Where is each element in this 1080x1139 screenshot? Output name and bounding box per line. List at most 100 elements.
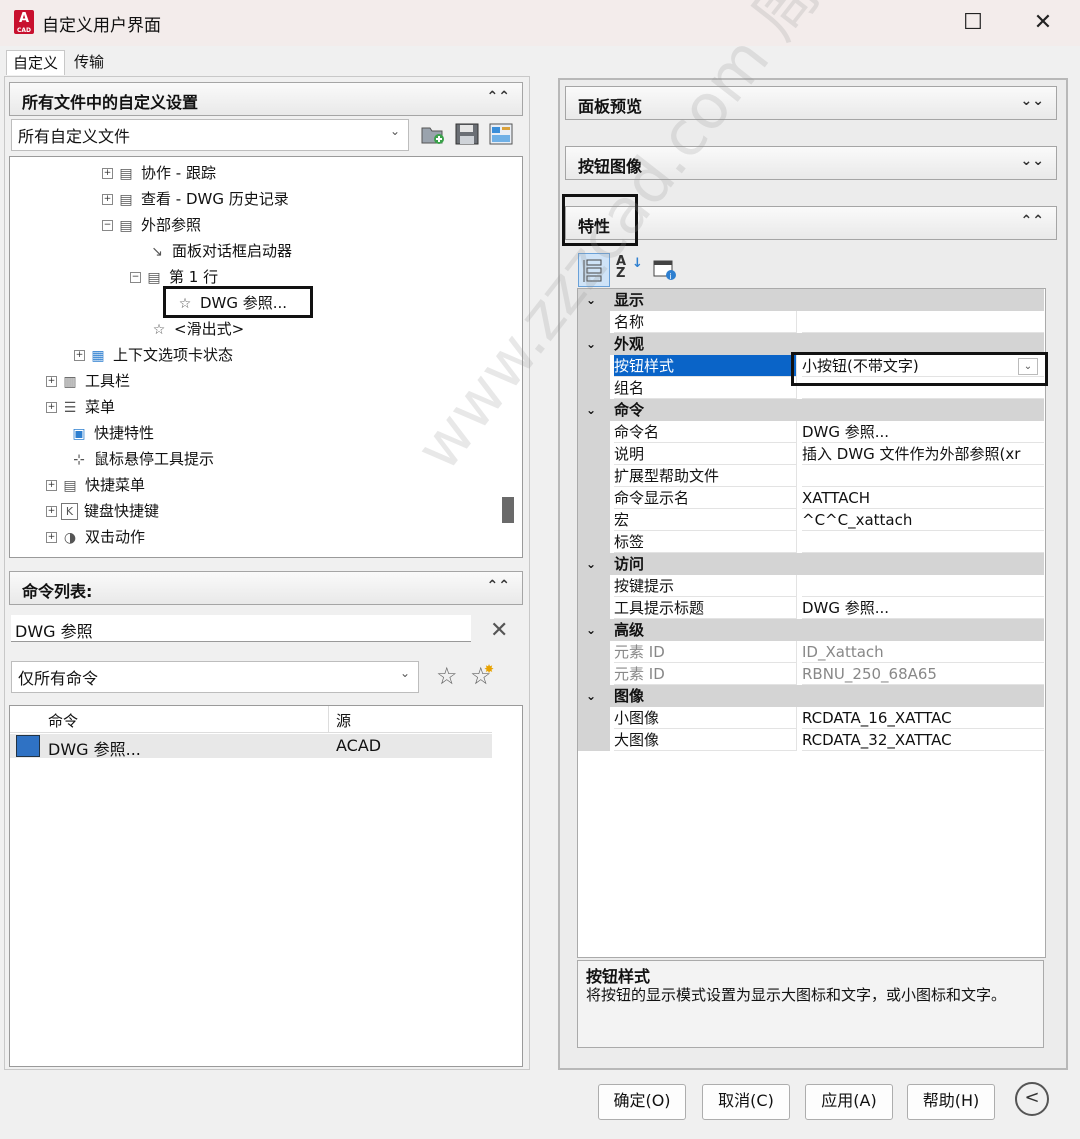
- section-display[interactable]: ⌄ 显示: [578, 289, 1044, 311]
- window-title: 自定义用户界面: [42, 16, 161, 36]
- collapse-arrow-icon: ⌄: [586, 337, 597, 351]
- open-folder-icon[interactable]: [420, 122, 446, 146]
- collapse-arrow-icon: ⌄: [586, 557, 597, 571]
- collapse-chevron-icon: ⌃⌃: [1020, 213, 1044, 229]
- column-command[interactable]: 命令: [48, 710, 78, 731]
- command-table-header: 命令 源: [10, 706, 492, 733]
- tree-item-contextual-tab-states[interactable]: + ▦ 上下文选项卡状态: [74, 343, 233, 367]
- highlight-box-dwg-reference: [163, 286, 313, 318]
- property-row[interactable]: 命令显示名 XATTACH: [578, 487, 1044, 509]
- maximize-button[interactable]: ☐: [958, 8, 988, 38]
- panel-icon: ▤: [119, 191, 133, 208]
- categorized-view-icon[interactable]: [578, 253, 610, 287]
- tree-item-shortcut-menus[interactable]: + ▤ 快捷菜单: [46, 473, 145, 497]
- tree-item-rollover-tooltips[interactable]: ⊹ 鼠标悬停工具提示: [70, 447, 214, 471]
- property-row[interactable]: 名称: [578, 311, 1044, 333]
- expand-chevron-icon: ⌄⌄: [1020, 93, 1044, 109]
- button-image-header[interactable]: 按钮图像 ⌄⌄: [565, 146, 1057, 180]
- tree-scrollbar-thumb[interactable]: [502, 497, 514, 523]
- property-grid: ⌄ 显示 名称 ⌄ 外观 按钮样式 小按钮(不带文字) ⌄ 组名 ⌄ 命令 命令名 DWG …: [577, 288, 1046, 958]
- collapse-left-icon[interactable]: <: [1015, 1082, 1049, 1116]
- chevron-down-icon: ⌄: [389, 124, 400, 138]
- tab-transfer[interactable]: 传输: [68, 50, 110, 74]
- property-row[interactable]: 工具提示标题 DWG 参照...: [578, 597, 1044, 619]
- shortcut-menu-icon: ▤: [63, 477, 77, 494]
- property-row[interactable]: 大图像 RCDATA_32_XATTAC: [578, 729, 1044, 751]
- property-row[interactable]: 说明 插入 DWG 文件作为外部参照(xr: [578, 443, 1044, 465]
- panel-preview-header[interactable]: 面板预览 ⌄⌄: [565, 86, 1057, 120]
- keyboard-icon: K: [61, 503, 78, 520]
- mouse-icon: ◑: [63, 529, 77, 546]
- search-star-icon[interactable]: ☆: [436, 662, 458, 690]
- property-row[interactable]: 小图像 RCDATA_16_XATTAC: [578, 707, 1044, 729]
- command-search-input[interactable]: DWG 参照: [11, 615, 471, 642]
- customization-tree[interactable]: + ▤ 协作 - 跟踪 + ▤ 查看 - DWG 历史记录 − ▤ 外部参照 ↘ 面板对话框启…: [9, 156, 523, 558]
- panel-icon: ▤: [119, 165, 133, 182]
- property-row[interactable]: 宏 ^C^C_xattach: [578, 509, 1044, 531]
- tree-item-slideout[interactable]: ☆ <滑出式>: [150, 317, 244, 341]
- toolbar-icon: ▥: [63, 373, 77, 390]
- xref-command-icon: [16, 735, 40, 757]
- command-table: 命令 源 DWG 参照... ACAD: [9, 705, 523, 1067]
- collapse-chevron-icon: ⌃⌃: [486, 89, 510, 105]
- title-bar: [0, 0, 1080, 46]
- tree-item-double-click-actions[interactable]: + ◑ 双击动作: [46, 525, 145, 549]
- property-row[interactable]: 扩展型帮助文件: [578, 465, 1044, 487]
- close-button[interactable]: ✕: [1028, 8, 1058, 38]
- highlight-box-button-style: [791, 352, 1048, 386]
- property-row[interactable]: 按键提示: [578, 575, 1044, 597]
- customize-workspace-icon[interactable]: [488, 122, 514, 146]
- tree-item-dwg-history[interactable]: + ▤ 查看 - DWG 历史记录: [102, 187, 289, 211]
- property-row[interactable]: 元素 ID ID_Xattach: [578, 641, 1044, 663]
- section-images[interactable]: ⌄ 图像: [578, 685, 1044, 707]
- tree-item-toolbars[interactable]: + ▥ 工具栏: [46, 369, 130, 393]
- tree-item-quick-properties[interactable]: ▣ 快捷特性: [70, 421, 154, 445]
- cancel-button[interactable]: 取消(C): [702, 1084, 790, 1120]
- expand-chevron-icon: ⌄⌄: [1020, 153, 1044, 169]
- properties-header[interactable]: 特性 ⌃⌃: [565, 206, 1057, 240]
- description-panel: 按钮样式 将按钮的显示模式设置为显示大图标和文字，或小图标和文字。: [577, 960, 1044, 1048]
- autocad-app-icon: A CAD: [14, 10, 34, 34]
- section-advanced[interactable]: ⌄ 高级: [578, 619, 1044, 641]
- help-button[interactable]: 帮助(H): [907, 1084, 995, 1120]
- new-spark-icon: ✸: [484, 662, 495, 676]
- star-icon: ☆: [152, 321, 166, 338]
- contextual-tab-icon: ▦: [91, 347, 105, 364]
- collapse-arrow-icon: ⌄: [586, 293, 597, 307]
- column-source[interactable]: 源: [336, 710, 351, 731]
- collapse-arrow-icon: ⌄: [586, 403, 597, 417]
- clear-search-icon[interactable]: ✕: [490, 618, 508, 643]
- row-icon: ▤: [147, 269, 161, 286]
- command-list-title: 命令列表:: [22, 582, 93, 601]
- command-list-header[interactable]: 命令列表: ⌃⌃: [9, 571, 523, 605]
- section-command[interactable]: ⌄ 命令: [578, 399, 1044, 421]
- dialog-launcher-icon: ↘: [151, 243, 163, 260]
- description-title: 按钮样式: [586, 967, 651, 986]
- tree-item-collab-track[interactable]: + ▤ 协作 - 跟踪: [102, 161, 216, 185]
- tree-item-dialog-launcher[interactable]: ↘ 面板对话框启动器: [148, 239, 292, 263]
- command-filter-select[interactable]: 仅所有命令 ⌄: [11, 661, 419, 693]
- ok-button[interactable]: 确定(O): [598, 1084, 686, 1120]
- table-row[interactable]: DWG 参照... ACAD: [10, 734, 492, 759]
- tree-item-menus[interactable]: + ☰ 菜单: [46, 395, 115, 419]
- file-select[interactable]: 所有自定义文件 ⌄: [11, 119, 409, 151]
- property-row[interactable]: 命令名 DWG 参照...: [578, 421, 1044, 443]
- chevron-down-icon: ⌄: [399, 666, 410, 680]
- highlight-box-properties: [562, 194, 638, 246]
- apply-button[interactable]: 应用(A): [805, 1084, 893, 1120]
- save-icon[interactable]: [454, 122, 480, 146]
- description-toggle-icon[interactable]: i: [652, 258, 678, 282]
- alphabetical-sort-icon[interactable]: A Z ↓: [616, 255, 643, 284]
- section-access[interactable]: ⌄ 访问: [578, 553, 1044, 575]
- tab-customize[interactable]: 自定义: [6, 50, 66, 75]
- tree-item-xref[interactable]: − ▤ 外部参照: [102, 213, 201, 237]
- collapse-chevron-icon: ⌃⌃: [486, 578, 510, 594]
- property-row[interactable]: 标签: [578, 531, 1044, 553]
- customizations-title: 所有文件中的自定义设置: [22, 93, 199, 112]
- collapse-arrow-icon: ⌄: [586, 623, 597, 637]
- collapse-arrow-icon: ⌄: [586, 689, 597, 703]
- property-row[interactable]: 元素 ID RBNU_250_68A65: [578, 663, 1044, 685]
- description-text: 将按钮的显示模式设置为显示大图标和文字，或小图标和文字。: [586, 986, 1007, 1004]
- customizations-header[interactable]: 所有文件中的自定义设置 ⌃⌃: [9, 82, 523, 116]
- tree-item-keyboard-shortcuts[interactable]: + K 键盘快捷键: [46, 499, 159, 523]
